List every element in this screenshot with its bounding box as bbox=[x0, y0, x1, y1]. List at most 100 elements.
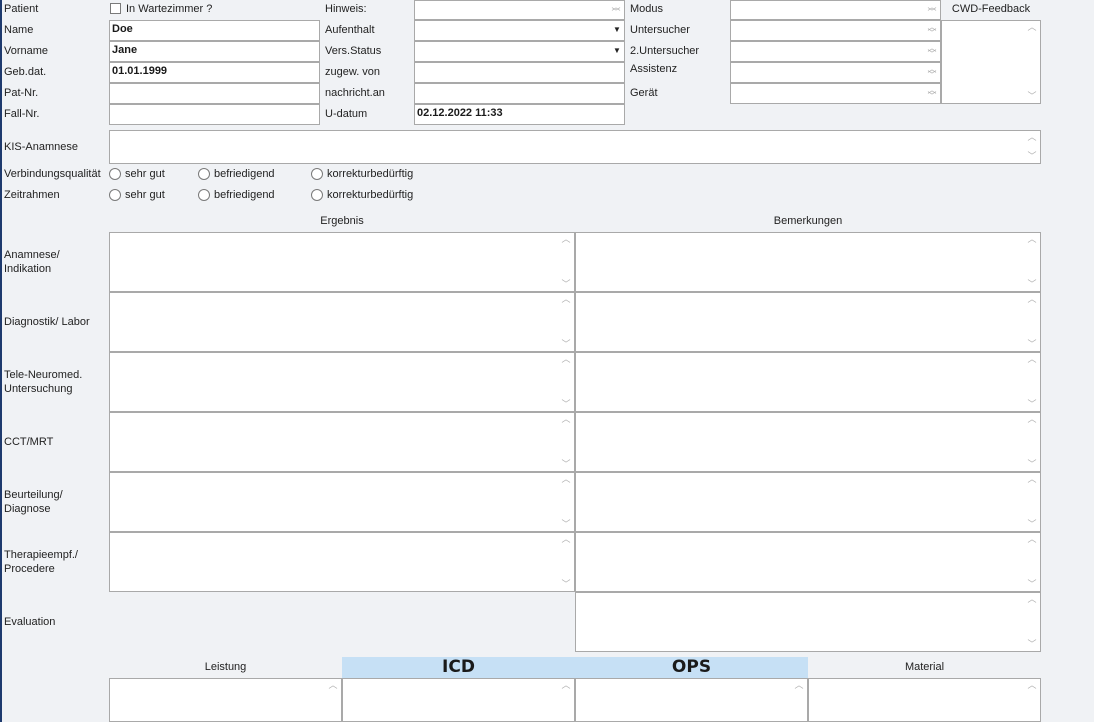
chevron-up-icon[interactable]: ︿ bbox=[1024, 354, 1040, 365]
chevron-up-icon[interactable]: ︿ bbox=[1024, 474, 1040, 485]
patno-field[interactable] bbox=[109, 83, 320, 104]
chevron-up-icon[interactable]: ︿ bbox=[1024, 534, 1040, 545]
row-label-line2: Indikation bbox=[4, 263, 52, 275]
remarks-field[interactable]: ︿ ﹀ bbox=[575, 352, 1041, 412]
conn-radio-good[interactable] bbox=[109, 168, 121, 180]
assist-label: Assistenz bbox=[630, 63, 678, 75]
chevron-up-icon[interactable]: ︿ bbox=[1024, 132, 1040, 143]
chevron-up-icon[interactable]: ︿ bbox=[1024, 680, 1040, 691]
chevron-up-icon[interactable]: ︿ bbox=[558, 354, 574, 365]
result-field[interactable]: ︿ ﹀ bbox=[109, 532, 575, 592]
material-list[interactable]: ︿ bbox=[808, 678, 1041, 722]
feedback-field[interactable]: ︿ ﹀ bbox=[941, 20, 1041, 104]
examiner2-field[interactable]: ︿ ﹀ bbox=[730, 41, 941, 62]
udate-field[interactable]: 02.12.2022 11:33 bbox=[414, 104, 625, 125]
kis-field[interactable]: ︿ ﹀ bbox=[109, 130, 1041, 164]
mode-label: Modus bbox=[630, 3, 664, 15]
caseno-field[interactable] bbox=[109, 104, 320, 125]
chevron-down-icon[interactable]: ﹀ bbox=[1024, 339, 1040, 350]
insurance-label: Vers.Status bbox=[325, 45, 382, 57]
chevron-down-icon[interactable]: ﹀ bbox=[558, 519, 574, 530]
result-field[interactable]: ︿ ﹀ bbox=[109, 352, 575, 412]
chevron-up-icon[interactable]: ︿ bbox=[325, 680, 341, 691]
row-label-line2: Procedere bbox=[4, 563, 55, 575]
service-list[interactable]: ︿ bbox=[109, 678, 342, 722]
material-header: Material bbox=[904, 661, 945, 673]
waiting-room-checkbox[interactable] bbox=[110, 3, 121, 14]
chevron-down-icon[interactable]: ﹀ bbox=[1024, 519, 1040, 530]
time-radio-needs-correction[interactable] bbox=[311, 189, 323, 201]
result-field[interactable]: ︿ ﹀ bbox=[109, 232, 575, 292]
waiting-room-label: In Wartezimmer ? bbox=[126, 3, 213, 15]
chevron-down-icon[interactable]: ﹀ bbox=[924, 70, 940, 81]
chevron-down-icon[interactable]: ﹀ bbox=[924, 91, 940, 102]
chevron-down-icon[interactable]: ﹀ bbox=[924, 28, 940, 39]
chevron-up-icon[interactable]: ︿ bbox=[791, 680, 807, 691]
device-label: Gerät bbox=[630, 87, 658, 99]
time-radio-satisfactory[interactable] bbox=[198, 189, 210, 201]
remarks-field[interactable]: ︿ ﹀ bbox=[575, 472, 1041, 532]
conn-radio-satisfactory[interactable] bbox=[198, 168, 210, 180]
chevron-down-icon[interactable]: ﹀ bbox=[1024, 399, 1040, 410]
name-field[interactable]: Doe bbox=[109, 20, 320, 41]
remarks-field[interactable]: ︿ ﹀ bbox=[575, 232, 1041, 292]
chevron-down-icon[interactable]: ﹀ bbox=[558, 579, 574, 590]
dob-field[interactable]: 01.01.1999 bbox=[109, 62, 320, 83]
icd-list[interactable]: ︿ bbox=[342, 678, 575, 722]
chevron-up-icon[interactable]: ︿ bbox=[558, 474, 574, 485]
chevron-down-icon[interactable]: ﹀ bbox=[608, 7, 624, 18]
chevron-down-icon[interactable]: ﹀ bbox=[558, 399, 574, 410]
chevron-down-icon[interactable]: ﹀ bbox=[924, 7, 940, 18]
chevron-down-icon[interactable]: ﹀ bbox=[558, 279, 574, 290]
chevron-up-icon[interactable]: ︿ bbox=[558, 680, 574, 691]
chevron-down-icon[interactable]: ﹀ bbox=[1024, 579, 1040, 590]
referred-field[interactable] bbox=[414, 62, 625, 83]
chevron-up-icon[interactable]: ︿ bbox=[1024, 234, 1040, 245]
insurance-select[interactable]: ▼ bbox=[414, 41, 625, 62]
mode-field[interactable]: ︿ ﹀ bbox=[730, 0, 941, 20]
chevron-up-icon[interactable]: ︿ bbox=[1024, 594, 1040, 605]
timeframe-label: Zeitrahmen bbox=[4, 189, 60, 201]
notify-field[interactable] bbox=[414, 83, 625, 104]
chevron-down-icon[interactable]: ﹀ bbox=[558, 459, 574, 470]
chevron-up-icon[interactable]: ︿ bbox=[558, 294, 574, 305]
chevron-down-icon[interactable]: ﹀ bbox=[1024, 459, 1040, 470]
ops-list[interactable]: ︿ bbox=[575, 678, 808, 722]
row-label-line1: CCT/MRT bbox=[4, 436, 54, 448]
caret-down-icon[interactable]: ▼ bbox=[610, 21, 624, 40]
chevron-down-icon[interactable]: ﹀ bbox=[1024, 91, 1040, 102]
remarks-column-header: Bemerkungen bbox=[773, 215, 843, 227]
hint-field[interactable]: ︿ ﹀ bbox=[414, 0, 625, 20]
chevron-down-icon[interactable]: ﹀ bbox=[924, 49, 940, 60]
patient-label: Patient bbox=[4, 3, 39, 15]
result-field[interactable]: ︿ ﹀ bbox=[109, 472, 575, 532]
chevron-up-icon[interactable]: ︿ bbox=[1024, 414, 1040, 425]
time-radio-good[interactable] bbox=[109, 189, 121, 201]
device-field[interactable]: ︿ ﹀ bbox=[730, 83, 941, 104]
chevron-up-icon[interactable]: ︿ bbox=[558, 534, 574, 545]
chevron-down-icon[interactable]: ﹀ bbox=[558, 339, 574, 350]
stay-select[interactable]: ▼ bbox=[414, 20, 625, 41]
kis-label: KIS-Anamnese bbox=[4, 141, 78, 153]
result-field[interactable]: ︿ ﹀ bbox=[109, 292, 575, 352]
assist-field[interactable]: ︿ ﹀ bbox=[730, 62, 941, 83]
notify-label: nachricht.an bbox=[325, 87, 385, 99]
chevron-up-icon[interactable]: ︿ bbox=[1024, 294, 1040, 305]
remarks-field[interactable]: ︿ ﹀ bbox=[575, 412, 1041, 472]
connection-quality-label: Verbindungsqualität bbox=[4, 168, 101, 180]
chevron-up-icon[interactable]: ︿ bbox=[558, 414, 574, 425]
examiner-field[interactable]: ︿ ﹀ bbox=[730, 20, 941, 41]
conn-radio-needs-correction[interactable] bbox=[311, 168, 323, 180]
row-label-line1: Therapieempf./ bbox=[4, 549, 78, 561]
chevron-down-icon[interactable]: ﹀ bbox=[1024, 151, 1040, 162]
result-field[interactable]: ︿ ﹀ bbox=[109, 412, 575, 472]
chevron-up-icon[interactable]: ︿ bbox=[1024, 22, 1040, 33]
remarks-field[interactable]: ︿ ﹀ bbox=[575, 292, 1041, 352]
caret-down-icon[interactable]: ▼ bbox=[610, 42, 624, 61]
remarks-field[interactable]: ︿ ﹀ bbox=[575, 532, 1041, 592]
chevron-down-icon[interactable]: ﹀ bbox=[1024, 639, 1040, 650]
chevron-up-icon[interactable]: ︿ bbox=[558, 234, 574, 245]
chevron-down-icon[interactable]: ﹀ bbox=[1024, 279, 1040, 290]
firstname-field[interactable]: Jane bbox=[109, 41, 320, 62]
evaluation-field[interactable]: ︿ ﹀ bbox=[575, 592, 1041, 652]
